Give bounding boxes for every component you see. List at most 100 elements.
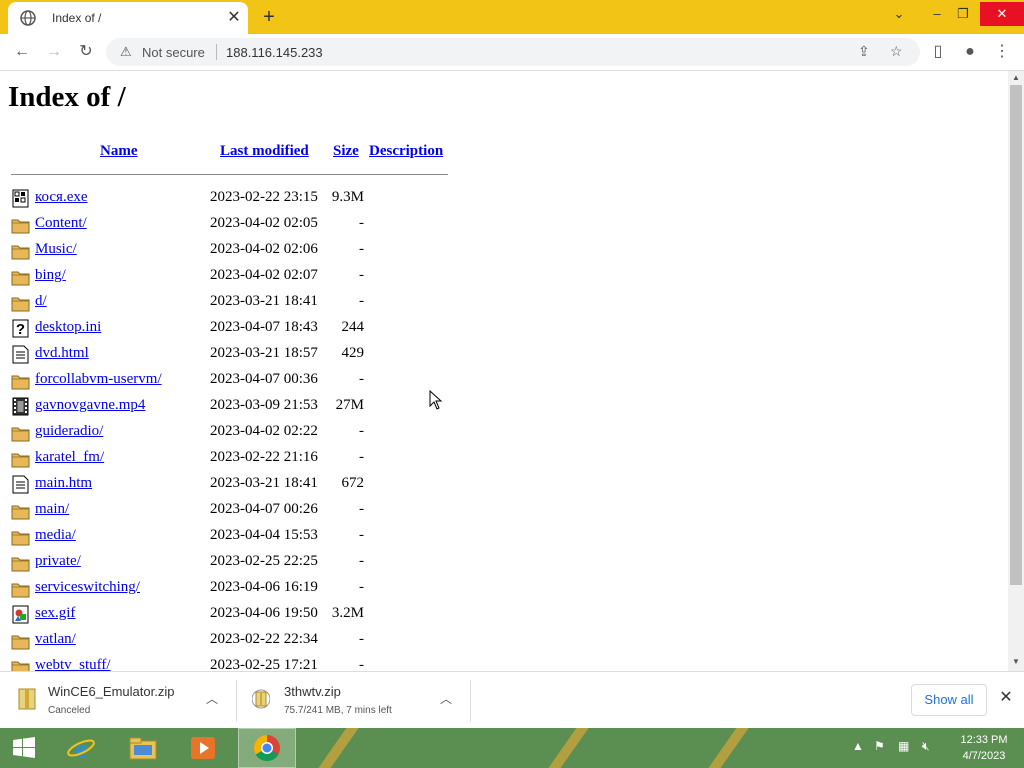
back-button[interactable]: ← xyxy=(10,40,34,64)
download-item[interactable]: 3thwtv.zip 75.7/241 MB, 7 mins left ︿ xyxy=(236,672,470,729)
file-size: 27M xyxy=(335,397,364,413)
security-status[interactable]: Not secure xyxy=(142,45,205,60)
list-item: Content/2023-04-02 02:05 - xyxy=(0,213,500,239)
scroll-thumb[interactable] xyxy=(1010,85,1022,585)
column-description-link[interactable]: Description xyxy=(369,143,443,160)
file-explorer-icon xyxy=(129,737,157,760)
close-window-button[interactable]: ✕ xyxy=(980,2,1024,26)
file-modified-date: 2023-03-09 21:53 xyxy=(210,397,318,413)
column-name-link[interactable]: Name xyxy=(100,143,138,160)
wallpaper-stripe xyxy=(695,728,755,768)
file-link[interactable]: forcollabvm-uservm/ xyxy=(35,371,162,388)
file-modified-date: 2023-02-22 23:15 xyxy=(210,189,318,205)
folder-icon xyxy=(11,583,30,598)
list-item: bing/2023-04-02 02:07 - xyxy=(0,265,500,291)
side-panel-icon[interactable]: ▯ xyxy=(926,40,950,64)
file-size: 9.3M xyxy=(331,189,364,205)
file-modified-date: 2023-04-02 02:07 xyxy=(210,267,318,283)
file-size: - xyxy=(359,241,364,257)
file-link[interactable]: serviceswitching/ xyxy=(35,579,140,596)
scroll-up-icon[interactable]: ▲ xyxy=(1012,73,1020,82)
scroll-down-icon[interactable]: ▼ xyxy=(1012,657,1020,666)
windows-logo-icon xyxy=(13,737,35,758)
restore-button[interactable]: ❐ xyxy=(952,2,974,26)
folder-icon xyxy=(11,297,30,312)
list-item: main/2023-04-07 00:26 - xyxy=(0,499,500,525)
file-link[interactable]: Music/ xyxy=(35,241,77,258)
list-item: d/2023-03-21 18:41 - xyxy=(0,291,500,317)
system-clock[interactable]: 12:33 PM 4/7/2023 xyxy=(952,732,1016,764)
binary-file-icon xyxy=(12,189,29,208)
file-size: 429 xyxy=(341,345,365,361)
forward-button[interactable]: → xyxy=(42,40,66,64)
download-status: Canceled xyxy=(48,705,91,716)
share-icon[interactable]: ⇪ xyxy=(858,43,870,60)
close-download-bar-icon[interactable]: ✕ xyxy=(996,686,1016,710)
network-icon[interactable]: ▦ xyxy=(898,739,909,753)
wallpaper-stripe xyxy=(305,728,365,768)
show-hidden-icons-icon[interactable]: ▲ xyxy=(852,739,864,753)
file-link[interactable]: media/ xyxy=(35,527,76,544)
profile-icon[interactable]: ● xyxy=(958,40,982,64)
vertical-scrollbar[interactable]: ▲ ▼ xyxy=(1008,71,1024,671)
file-link[interactable]: gavnovgavne.mp4 xyxy=(35,397,145,414)
file-link[interactable]: desktop.ini xyxy=(35,319,101,336)
taskbar-chrome[interactable] xyxy=(238,728,296,768)
address-url[interactable]: 188.116.145.233 xyxy=(226,45,323,60)
browser-tab[interactable]: Index of / ✕ xyxy=(8,2,248,34)
file-size: - xyxy=(359,423,364,439)
header-divider xyxy=(11,174,448,175)
list-item: karatel_fm/2023-02-22 21:16 - xyxy=(0,447,500,473)
tab-close-icon[interactable]: ✕ xyxy=(224,8,244,28)
chevron-up-icon[interactable]: ︿ xyxy=(206,690,218,707)
minimize-button[interactable]: – xyxy=(926,2,948,26)
show-all-button[interactable]: Show all xyxy=(911,684,987,716)
file-modified-date: 2023-03-21 18:41 xyxy=(210,475,318,491)
svg-text:?: ? xyxy=(16,321,25,338)
file-link[interactable]: sex.gif xyxy=(35,605,75,622)
file-link[interactable]: main/ xyxy=(35,501,69,518)
list-item: main.htm 2023-03-21 18:41 672 xyxy=(0,473,500,499)
reload-button[interactable]: ↻ xyxy=(74,40,98,64)
file-link[interactable]: main.htm xyxy=(35,475,92,492)
file-link[interactable]: private/ xyxy=(35,553,81,570)
taskbar-media-player[interactable] xyxy=(176,728,230,768)
file-link[interactable]: dvd.html xyxy=(35,345,89,362)
file-link[interactable]: bing/ xyxy=(35,267,66,284)
new-tab-button[interactable]: + xyxy=(256,6,282,28)
list-item: guideradio/2023-04-02 02:22 - xyxy=(0,421,500,447)
warning-icon[interactable]: ⚠ xyxy=(120,44,132,60)
file-size: - xyxy=(359,371,364,387)
list-item: media/2023-04-04 15:53 - xyxy=(0,525,500,551)
file-modified-date: 2023-03-21 18:41 xyxy=(210,293,318,309)
action-center-flag-icon[interactable]: ⚑ xyxy=(874,739,885,753)
file-size: - xyxy=(359,215,364,231)
file-link[interactable]: guideradio/ xyxy=(35,423,103,440)
chevron-up-icon[interactable]: ︿ xyxy=(440,690,452,707)
address-bar[interactable]: ⚠ Not secure 188.116.145.233 ⇪ ☆ xyxy=(106,38,920,66)
file-size: - xyxy=(359,553,364,569)
file-link[interactable]: vatlan/ xyxy=(35,631,76,648)
menu-kebab-icon[interactable]: ⋮ xyxy=(990,40,1014,64)
column-modified-link[interactable]: Last modified xyxy=(220,143,309,160)
taskbar-internet-explorer[interactable]: e xyxy=(54,728,108,768)
column-size-link[interactable]: Size xyxy=(333,143,359,160)
file-link[interactable]: d/ xyxy=(35,293,47,310)
text-file-icon xyxy=(12,475,29,494)
tab-search-icon[interactable]: ⌄ xyxy=(888,2,910,26)
image-file-icon xyxy=(12,605,29,624)
folder-icon xyxy=(11,661,30,671)
file-link[interactable]: Content/ xyxy=(35,215,87,232)
bookmark-star-icon[interactable]: ☆ xyxy=(890,43,903,60)
file-link[interactable]: webtv_stuff/ xyxy=(35,657,111,671)
taskbar-file-explorer[interactable] xyxy=(116,728,170,768)
download-status: 75.7/241 MB, 7 mins left xyxy=(284,705,392,716)
download-item[interactable]: WinCE6_Emulator.zip Canceled ︿ xyxy=(0,672,236,729)
wallpaper-stripe xyxy=(535,728,595,768)
start-button[interactable] xyxy=(0,728,48,768)
volume-muted-icon[interactable]: 🔇︎ xyxy=(922,739,930,754)
folder-icon xyxy=(11,427,30,442)
file-link[interactable]: karatel_fm/ xyxy=(35,449,104,466)
file-size: - xyxy=(359,449,364,465)
file-link[interactable]: кося.exe xyxy=(35,189,88,206)
